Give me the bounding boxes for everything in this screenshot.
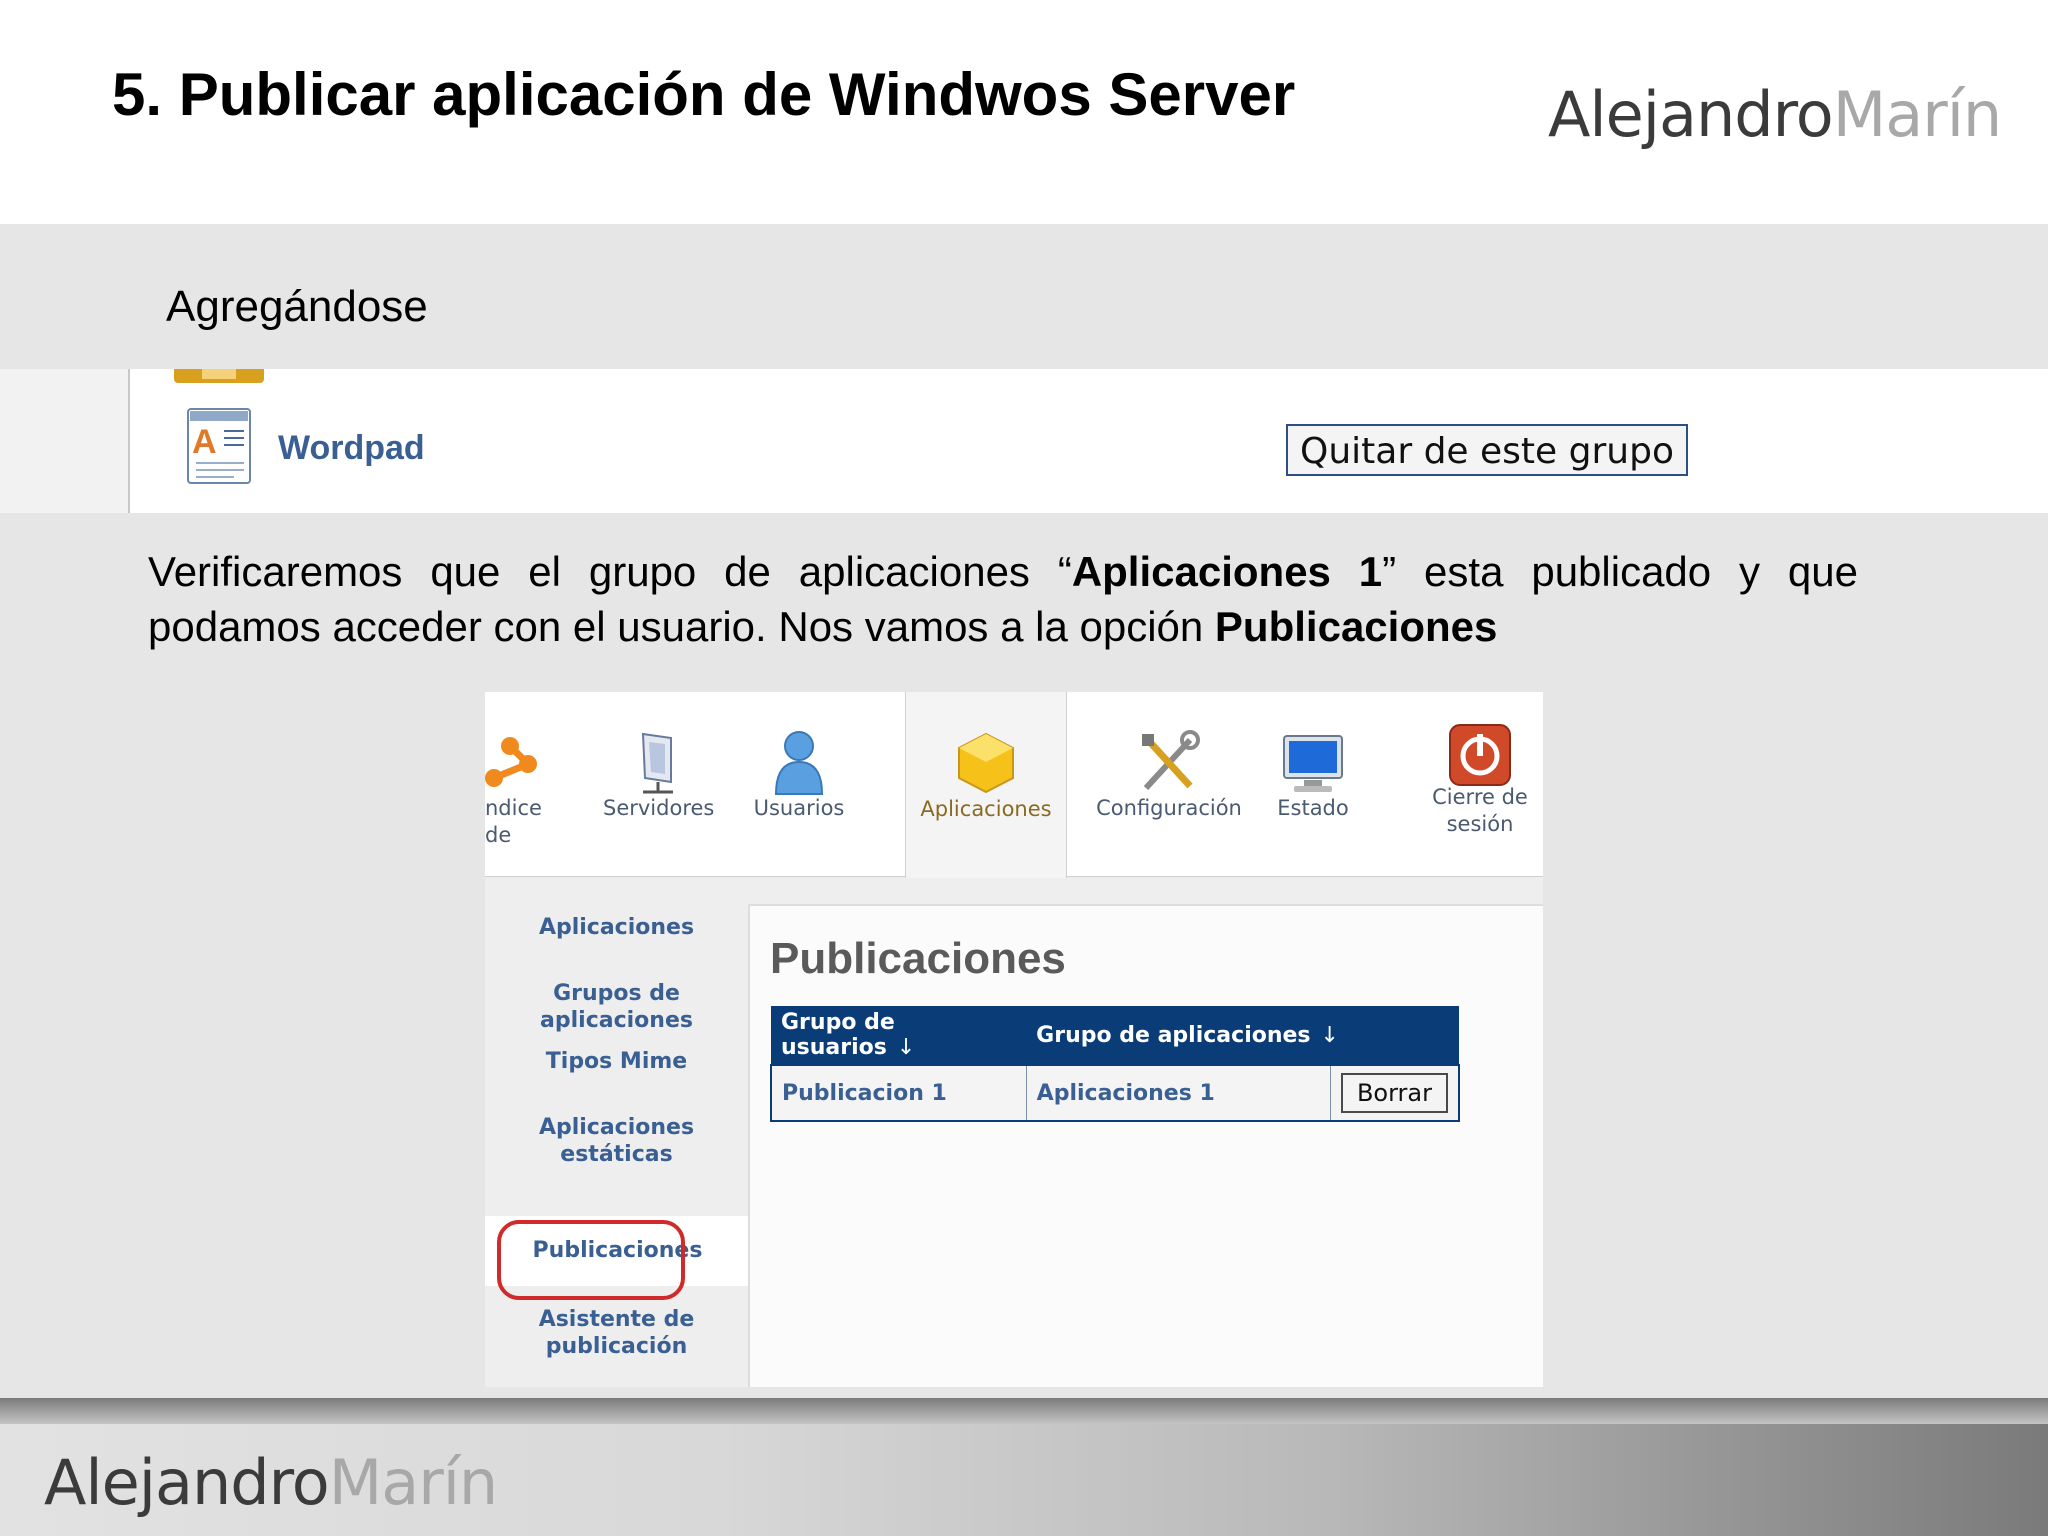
cell-user-group: Publicacion 1 (770, 1064, 1027, 1122)
column-header-app-group[interactable]: Grupo de aplicaciones ↓ (1026, 1006, 1459, 1065)
sort-arrow-icon: ↓ (1320, 1022, 1339, 1048)
monitor-icon (1278, 728, 1348, 798)
server-icon (623, 728, 693, 798)
remove-from-group-button[interactable]: Quitar de este grupo (1286, 424, 1688, 476)
logo-first: Alejandro (1548, 78, 1834, 151)
logo-last: Marín (328, 1446, 498, 1519)
highlight-circle (497, 1220, 685, 1300)
nav-estado[interactable]: Estado (1265, 692, 1361, 876)
group-strip-panel: A Wordpad Quitar de este grupo (128, 369, 2048, 513)
nav-index[interactable]: ndice de (485, 692, 565, 876)
nav-estado-label: Estado (1277, 796, 1349, 820)
column-header-app-group-label: Grupo de aplicaciones (1036, 1022, 1311, 1048)
content-title: Publicaciones (770, 934, 1066, 983)
nav-aplicaciones-label: Aplicaciones (920, 797, 1052, 821)
nav-cierre-sesion[interactable]: Cierre de sesión (1420, 692, 1540, 876)
publications-table: Grupo de usuarios ↓ Grupo de aplicaciones… (770, 1006, 1460, 1122)
nav-cierre-sesion-label: Cierre de sesión (1432, 785, 1528, 836)
nav-servidores-label: Servidores (603, 796, 715, 820)
slide-title: 5. Publicar aplicación de Windwos Server (112, 61, 1296, 128)
top-navigation: ndice de Servidores Usuarios Aplicacione… (485, 692, 1543, 878)
paragraph-text-1: Verificaremos que el grupo de aplicacion… (148, 548, 1072, 595)
side-item-aplicaciones-estaticas[interactable]: Aplicaciones estáticas (485, 1114, 748, 1168)
footer-divider (0, 1398, 2048, 1424)
table-header-row: Grupo de usuarios ↓ Grupo de aplicaciones… (771, 1006, 1459, 1065)
instruction-paragraph: Verificaremos que el grupo de aplicacion… (148, 544, 1858, 654)
wordpad-icon: A (184, 407, 254, 487)
logo-top: AlejandroMarín (1548, 78, 2002, 151)
index-icon (485, 728, 550, 798)
nav-configuracion-label: Configuración (1096, 796, 1242, 820)
slide-footer: AlejandroMarín (0, 1398, 2048, 1536)
tools-icon (1134, 728, 1204, 798)
user-icon (764, 728, 834, 798)
power-icon (1445, 720, 1515, 790)
wordpad-label[interactable]: Wordpad (278, 429, 425, 468)
logo-first: Alejandro (44, 1446, 330, 1519)
nav-index-label: ndice de (485, 796, 542, 847)
paragraph-bold-1: Aplicaciones 1 (1071, 548, 1383, 595)
nav-configuracion[interactable]: Configuración (1083, 692, 1255, 876)
logo-last: Marín (1832, 78, 2002, 151)
slide-subtitle: Agregándose (166, 282, 428, 331)
applications-icon (951, 728, 1021, 798)
previous-app-icon (174, 369, 264, 383)
nav-usuarios[interactable]: Usuarios (747, 692, 851, 876)
slide-header: 5. Publicar aplicación de Windwos Server… (0, 0, 2048, 224)
column-header-user-group[interactable]: Grupo de usuarios ↓ (771, 1006, 1027, 1065)
side-item-tipos-mime[interactable]: Tipos Mime (485, 1048, 748, 1075)
publicaciones-panel: Publicaciones Grupo de usuarios ↓ Grupo d… (748, 904, 1543, 1387)
side-navigation: Aplicaciones Grupos de aplicaciones Tipo… (485, 904, 750, 1387)
side-item-asistente-publicacion[interactable]: Asistente de publicación (485, 1306, 748, 1360)
side-item-aplicaciones[interactable]: Aplicaciones (485, 914, 748, 941)
nav-aplicaciones[interactable]: Aplicaciones (905, 692, 1067, 878)
svg-text:A: A (192, 423, 217, 461)
column-header-user-group-label: Grupo de usuarios (781, 1010, 895, 1060)
nav-usuarios-label: Usuarios (753, 796, 845, 820)
table-row: Publicacion 1 Aplicaciones 1 Borrar (770, 1064, 1460, 1122)
group-strip: A Wordpad Quitar de este grupo (0, 369, 2048, 513)
side-item-grupos-aplicaciones[interactable]: Grupos de aplicaciones (485, 980, 748, 1034)
logo-bottom: AlejandroMarín (44, 1446, 498, 1519)
embedded-screenshot: ndice de Servidores Usuarios Aplicacione… (485, 692, 1543, 1387)
cell-app-group: Aplicaciones 1 (1025, 1064, 1331, 1122)
nav-servidores[interactable]: Servidores (603, 692, 715, 876)
paragraph-bold-2: Publicaciones (1214, 603, 1498, 650)
sort-arrow-icon: ↓ (896, 1035, 916, 1060)
delete-button[interactable]: Borrar (1340, 1073, 1448, 1113)
cell-action: Borrar (1329, 1064, 1460, 1122)
